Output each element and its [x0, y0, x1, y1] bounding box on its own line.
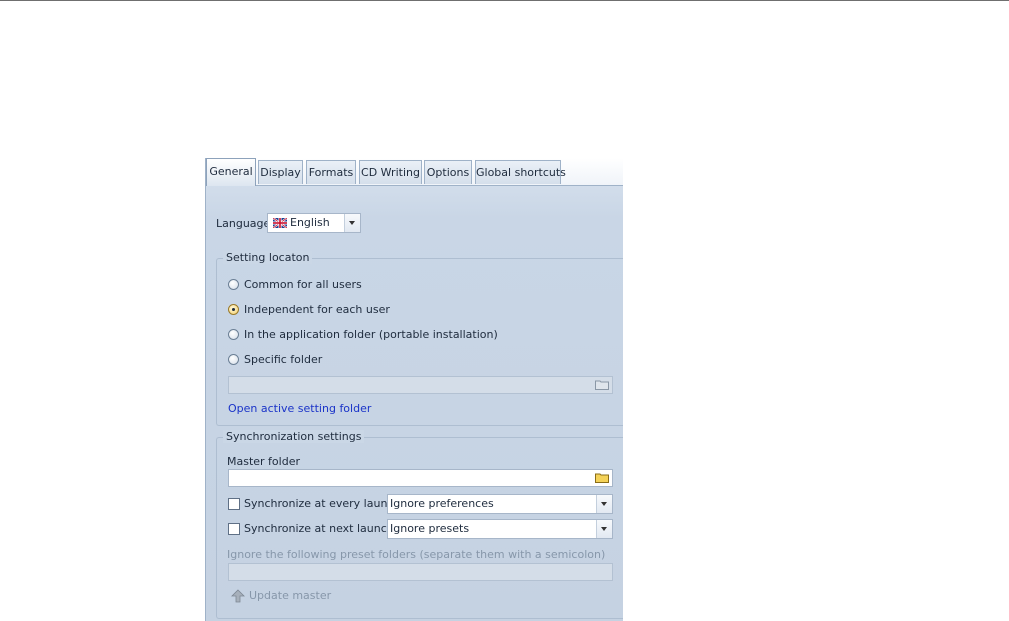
master-folder-label: Master folder — [227, 455, 300, 468]
chevron-down-icon — [601, 502, 607, 506]
radio-independent-each-user[interactable] — [228, 304, 239, 315]
synchronization-group: Synchronization settings Master folder S… — [216, 430, 623, 619]
update-master-label: Update master — [249, 589, 332, 602]
sync-every-launch-label[interactable]: Synchronize at every launch — [244, 497, 400, 510]
radio-independent-each-user-label[interactable]: Independent for each user — [244, 303, 390, 316]
tab-general[interactable]: General — [206, 158, 256, 186]
ignore-preset-folders-input[interactable] — [228, 563, 613, 581]
chevron-down-icon — [601, 527, 607, 531]
folder-icon[interactable] — [595, 379, 609, 390]
folder-icon[interactable] — [595, 472, 609, 483]
tab-options[interactable]: Options — [424, 160, 472, 184]
window-top-border — [0, 0, 1009, 1]
radio-common-all-users[interactable] — [228, 279, 239, 290]
sync-next-launch-checkbox[interactable] — [228, 523, 240, 535]
tab-global-shortcuts[interactable]: Global shortcuts — [475, 160, 566, 184]
sync-next-launch-value: Ignore presets — [390, 522, 470, 535]
tab-cd-writing[interactable]: CD Writing — [359, 160, 422, 184]
radio-application-folder-label[interactable]: In the application folder (portable inst… — [244, 328, 498, 341]
sync-next-launch-select[interactable]: Ignore presets — [387, 519, 613, 539]
setting-location-group: Setting locaton Common for all users Ind… — [216, 251, 623, 426]
uk-flag-icon — [273, 218, 287, 228]
tab-display[interactable]: Display — [258, 160, 303, 184]
sync-every-launch-dropdown-button[interactable] — [596, 495, 612, 513]
ignore-preset-folders-label: Ignore the following preset folders (sep… — [227, 548, 606, 561]
tab-bar: General Display Formats CD Writing Optio… — [206, 158, 623, 186]
chevron-down-icon — [349, 221, 355, 225]
sync-every-launch-select[interactable]: Ignore preferences — [387, 494, 613, 514]
language-value: English — [290, 216, 330, 229]
language-label: Language — [216, 217, 271, 230]
specific-folder-input[interactable] — [228, 376, 613, 394]
synchronization-title: Synchronization settings — [223, 430, 365, 443]
arrow-up-icon — [231, 589, 245, 603]
radio-application-folder[interactable] — [228, 329, 239, 340]
sync-next-launch-dropdown-button[interactable] — [596, 520, 612, 538]
open-active-setting-folder-link[interactable]: Open active setting folder — [228, 402, 371, 415]
master-folder-input[interactable] — [228, 469, 613, 487]
radio-specific-folder-label[interactable]: Specific folder — [244, 353, 322, 366]
radio-specific-folder[interactable] — [228, 354, 239, 365]
radio-common-all-users-label[interactable]: Common for all users — [244, 278, 362, 291]
settings-panel: General Display Formats CD Writing Optio… — [205, 158, 623, 621]
language-select[interactable]: English — [267, 213, 361, 233]
sync-every-launch-value: Ignore preferences — [390, 497, 494, 510]
sync-next-launch-label[interactable]: Synchronize at next launch — [244, 522, 394, 535]
update-master-button[interactable]: Update master — [231, 588, 331, 606]
tab-formats[interactable]: Formats — [306, 160, 356, 184]
radio-selected-dot — [232, 308, 235, 311]
setting-location-title: Setting locaton — [223, 251, 313, 264]
sync-every-launch-checkbox[interactable] — [228, 498, 240, 510]
language-dropdown-button[interactable] — [344, 214, 360, 232]
